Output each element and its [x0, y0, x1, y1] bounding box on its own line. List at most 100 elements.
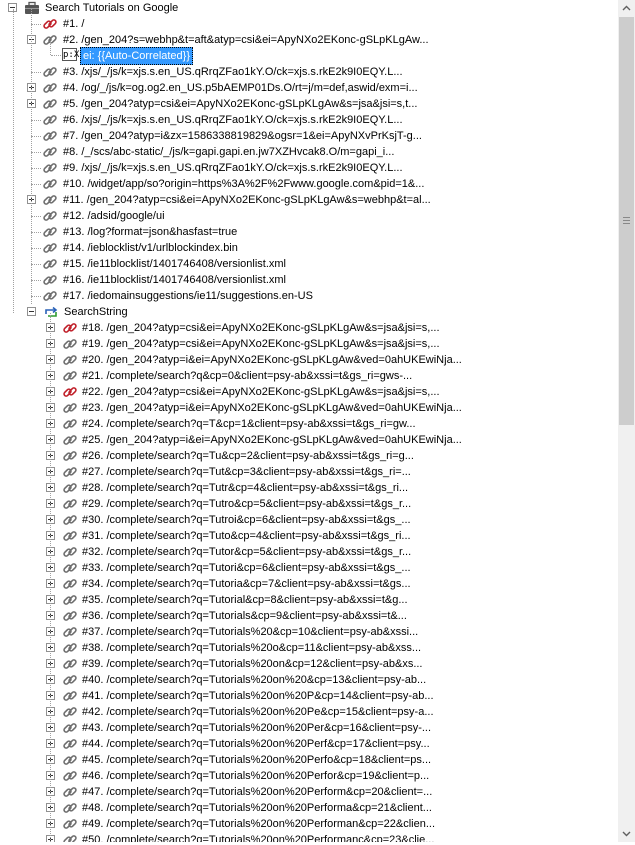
request-row-label: #49. /complete/search?q=Tutorials%20on%2… — [82, 818, 436, 830]
request-row[interactable]: #7. /gen_204?atyp=i&zx=1586338819829&ogs… — [0, 128, 600, 144]
link-icon — [42, 80, 58, 96]
request-row-label: #14. /ieblocklist/v1/urlblockindex.bin — [63, 242, 238, 254]
request-row[interactable]: #40. /complete/search?q=Tutorials%20on%2… — [0, 672, 600, 688]
request-row[interactable]: #34. /complete/search?q=Tutoria&cp=7&cli… — [0, 576, 600, 592]
request-row[interactable]: #44. /complete/search?q=Tutorials%20on%2… — [0, 736, 600, 752]
request-row[interactable]: #1. / — [0, 16, 600, 32]
request-row-label: #5. /gen_204?atyp=csi&ei=ApyNXo2EKonc-gS… — [63, 98, 418, 110]
request-row[interactable]: #33. /complete/search?q=Tutori&cp=6&clie… — [0, 560, 600, 576]
request-row[interactable]: #8. /_/scs/abc-static/_/js/k=gapi.gapi.e… — [0, 144, 600, 160]
request-row-label: #24. /complete/search?q=T&cp=1&client=ps… — [82, 418, 416, 430]
request-row[interactable]: #6. /xjs/_/js/k=xjs.s.en_US.qRrqZFao1kY.… — [0, 112, 600, 128]
link-icon — [62, 592, 78, 608]
request-row-label: #34. /complete/search?q=Tutoria&cp=7&cli… — [82, 578, 411, 590]
request-row-label: #35. /complete/search?q=Tutorial&cp=8&cl… — [82, 594, 408, 606]
request-row[interactable]: #46. /complete/search?q=Tutorials%20on%2… — [0, 768, 600, 784]
request-row[interactable]: #32. /complete/search?q=Tutor&cp=5&clien… — [0, 544, 600, 560]
request-row[interactable]: #11. /gen_204?atyp=csi&ei=ApyNXo2EKonc-g… — [0, 192, 600, 208]
request-row-label: #10. /widget/app/so?origin=https%3A%2F%2… — [63, 178, 425, 190]
link-icon — [42, 160, 58, 176]
vertical-scrollbar[interactable] — [618, 0, 635, 842]
request-row[interactable]: #49. /complete/search?q=Tutorials%20on%2… — [0, 816, 600, 832]
request-row[interactable]: #39. /complete/search?q=Tutorials%20on&c… — [0, 656, 600, 672]
request-row[interactable]: #36. /complete/search?q=Tutorials&cp=9&c… — [0, 608, 600, 624]
link-icon — [62, 352, 78, 368]
request-row-label: #37. /complete/search?q=Tutorials%20&cp=… — [82, 626, 419, 638]
scroll-up-arrow-icon[interactable] — [618, 0, 635, 17]
request-row[interactable]: #20. /gen_204?atyp=i&ei=ApyNXo2EKonc-gSL… — [0, 352, 600, 368]
request-row-label: #27. /complete/search?q=Tut&cp=3&client=… — [82, 466, 411, 478]
request-row-label: #16. /ie11blocklist/1401746408/versionli… — [63, 274, 286, 286]
request-row[interactable]: #24. /complete/search?q=T&cp=1&client=ps… — [0, 416, 600, 432]
request-row[interactable]: #30. /complete/search?q=Tutroi&cp=6&clie… — [0, 512, 600, 528]
request-row-label: #30. /complete/search?q=Tutroi&cp=6&clie… — [82, 514, 411, 526]
request-row[interactable]: #17. /iedomainsuggestions/ie11/suggestio… — [0, 288, 600, 304]
tree-guide-line — [50, 313, 51, 842]
request-row-label: #9. /xjs/_/js/k=xjs.s.en_US.qRrqZFao1kY.… — [63, 162, 403, 174]
request-row[interactable]: #47. /complete/search?q=Tutorials%20on%2… — [0, 784, 600, 800]
link-icon — [62, 816, 78, 832]
link-icon — [42, 272, 58, 288]
request-row[interactable]: #22. /gen_204?atyp=csi&ei=ApyNXo2EKonc-g… — [0, 384, 600, 400]
request-row[interactable]: #23. /gen_204?atyp=i&ei=ApyNXo2EKonc-gSL… — [0, 400, 600, 416]
request-row[interactable]: #27. /complete/search?q=Tut&cp=3&client=… — [0, 464, 600, 480]
link-icon — [62, 432, 78, 448]
request-row[interactable]: #5. /gen_204?atyp=csi&ei=ApyNXo2EKonc-gS… — [0, 96, 600, 112]
request-row[interactable]: #19. /gen_204?atyp=csi&ei=ApyNXo2EKonc-g… — [0, 336, 600, 352]
request-row[interactable]: #25. /gen_204?atyp=i&ei=ApyNXo2EKonc-gSL… — [0, 432, 600, 448]
link-icon — [62, 736, 78, 752]
request-row[interactable]: #3. /xjs/_/js/k=xjs.s.en_US.qRrqZFao1kY.… — [0, 64, 600, 80]
link-icon — [62, 672, 78, 688]
tree-root-label: Search Tutorials on Google — [45, 2, 179, 14]
tree-root[interactable]: Search Tutorials on Google — [8, 0, 608, 16]
link-icon — [42, 144, 58, 160]
request-row[interactable]: #10. /widget/app/so?origin=https%3A%2F%2… — [0, 176, 600, 192]
link-icon — [62, 400, 78, 416]
link-icon — [62, 480, 78, 496]
request-row-label: #44. /complete/search?q=Tutorials%20on%2… — [82, 738, 430, 750]
scroll-down-arrow-icon[interactable] — [618, 825, 635, 842]
link-icon — [62, 768, 78, 784]
link-red-icon — [42, 16, 58, 32]
request-row[interactable]: #9. /xjs/_/js/k=xjs.s.en_US.qRrqZFao1kY.… — [0, 160, 600, 176]
request-row[interactable]: #48. /complete/search?q=Tutorials%20on%2… — [0, 800, 600, 816]
request-row-label: #29. /complete/search?q=Tutro&cp=5&clien… — [82, 498, 412, 510]
request-row-label: #42. /complete/search?q=Tutorials%20on%2… — [82, 706, 434, 718]
request-row[interactable]: #43. /complete/search?q=Tutorials%20on%2… — [0, 720, 600, 736]
request-row-label: #3. /xjs/_/js/k=xjs.s.en_US.qRrqZFao1kY.… — [63, 66, 403, 78]
group-searchstring[interactable]: SearchString — [27, 304, 587, 320]
request-row-label: #31. /complete/search?q=Tuto&cp=4&client… — [82, 530, 411, 542]
request-row[interactable]: #16. /ie11blocklist/1401746408/versionli… — [0, 272, 600, 288]
request-row[interactable]: #29. /complete/search?q=Tutro&cp=5&clien… — [0, 496, 600, 512]
request-row[interactable]: #21. /complete/search?q&cp=0&client=psy-… — [0, 368, 600, 384]
request-row[interactable]: #45. /complete/search?q=Tutorials%20on%2… — [0, 752, 600, 768]
request-row[interactable]: #38. /complete/search?q=Tutorials%20o&cp… — [0, 640, 600, 656]
loop-icon — [43, 304, 59, 320]
request-tree[interactable]: Search Tutorials on Google p:X ei: {{Aut… — [0, 0, 618, 842]
request-row[interactable]: #14. /ieblocklist/v1/urlblockindex.bin — [0, 240, 600, 256]
link-red-icon — [62, 384, 78, 400]
request-row[interactable]: #35. /complete/search?q=Tutorial&cp=8&cl… — [0, 592, 600, 608]
link-icon — [62, 752, 78, 768]
link-red-icon — [62, 320, 78, 336]
request-row[interactable]: #13. /log?format=json&hasfast=true — [0, 224, 600, 240]
collapse-toggle[interactable] — [27, 307, 36, 316]
request-row[interactable]: #28. /complete/search?q=Tutr&cp=4&client… — [0, 480, 600, 496]
request-row-label: #8. /_/scs/abc-static/_/js/k=gapi.gapi.e… — [63, 146, 395, 158]
request-row[interactable]: #42. /complete/search?q=Tutorials%20on%2… — [0, 704, 600, 720]
request-row[interactable]: #12. /adsid/google/ui — [0, 208, 600, 224]
scroll-thumb[interactable] — [619, 17, 634, 425]
link-icon — [62, 336, 78, 352]
request-row[interactable]: #31. /complete/search?q=Tuto&cp=4&client… — [0, 528, 600, 544]
request-row[interactable]: #41. /complete/search?q=Tutorials%20on%2… — [0, 688, 600, 704]
request-row[interactable]: #18. /gen_204?atyp=csi&ei=ApyNXo2EKonc-g… — [0, 320, 600, 336]
request-row[interactable]: #26. /complete/search?q=Tu&cp=2&client=p… — [0, 448, 600, 464]
request-row[interactable]: #15. /ie11blocklist/1401746408/versionli… — [0, 256, 600, 272]
request-row[interactable]: #37. /complete/search?q=Tutorials%20&cp=… — [0, 624, 600, 640]
link-icon — [42, 128, 58, 144]
request-row[interactable]: #50. /complete/search?q=Tutorials%20on%2… — [0, 832, 600, 842]
request-row[interactable]: #2. /gen_204?s=webhp&t=aft&atyp=csi&ei=A… — [0, 32, 600, 48]
link-icon — [42, 288, 58, 304]
request-row[interactable]: #4. /og/_/js/k=og.og2.en_US.p5bAEMP01Ds.… — [0, 80, 600, 96]
link-icon — [42, 208, 58, 224]
